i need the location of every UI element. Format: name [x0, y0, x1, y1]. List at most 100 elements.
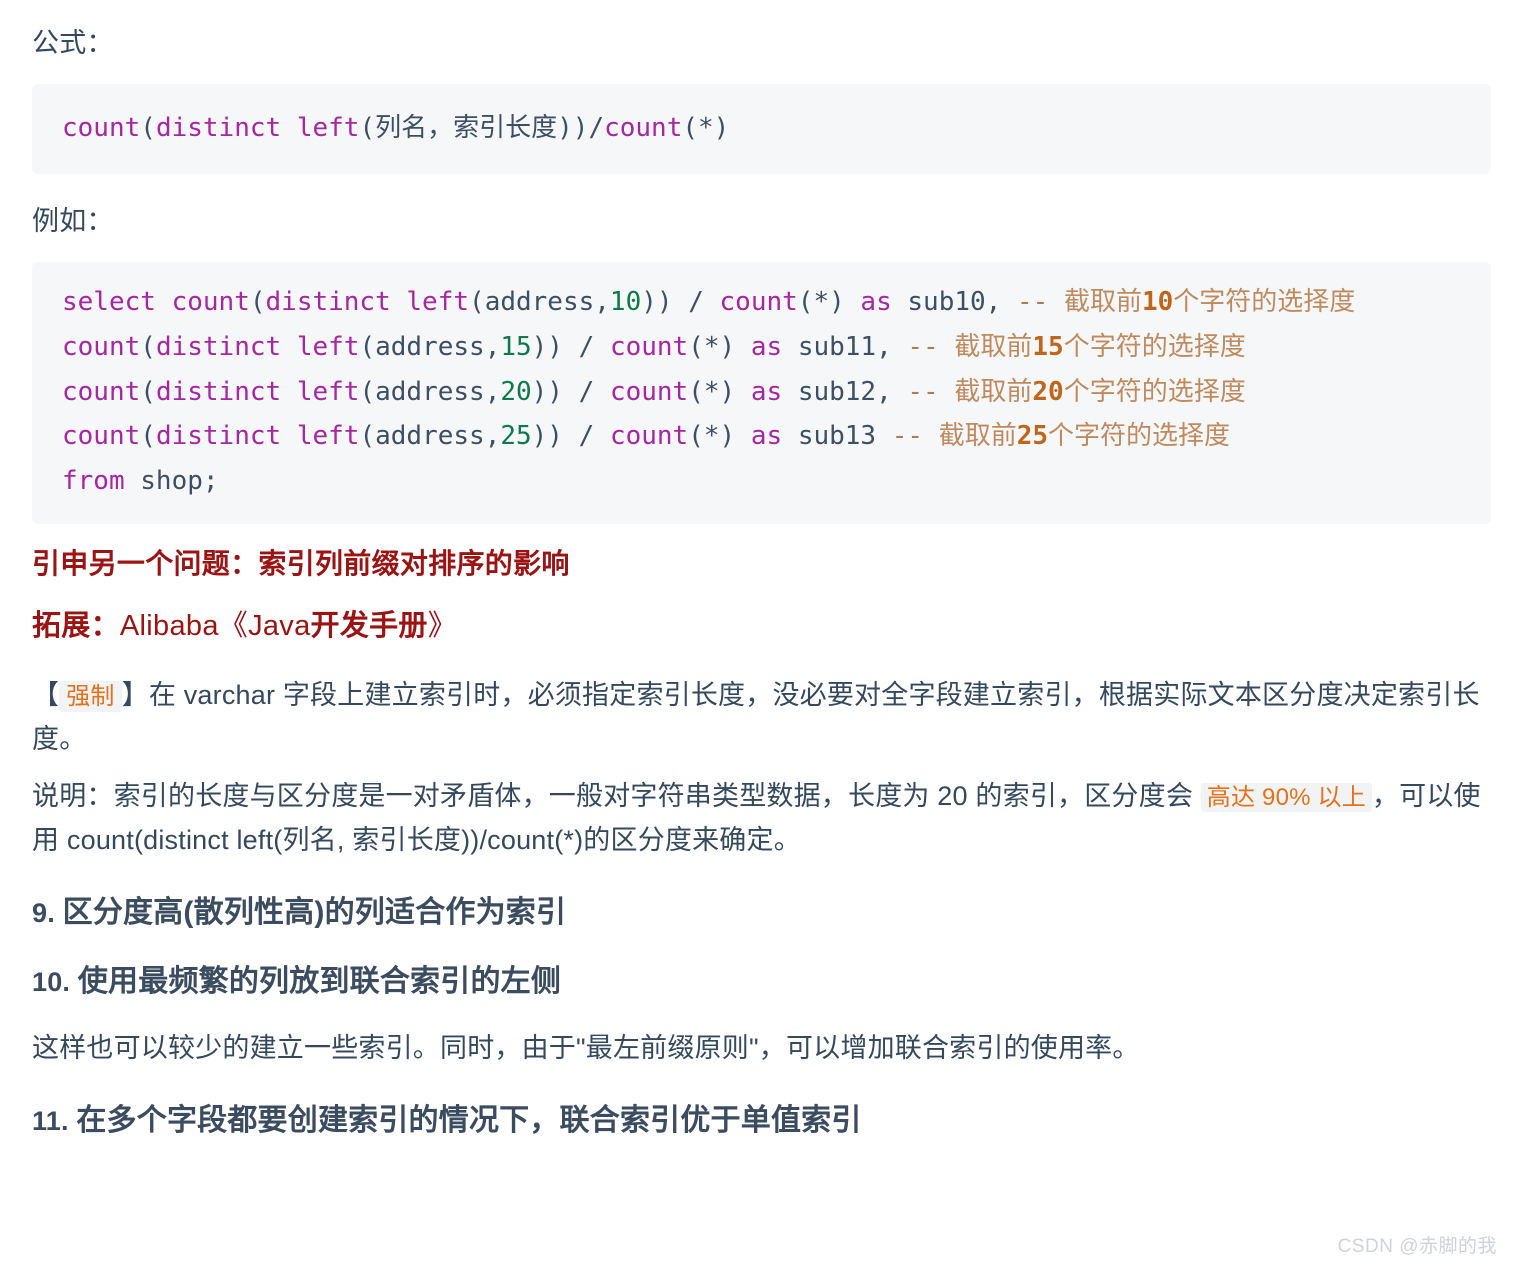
heading-section-11-number: 11. [32, 1105, 77, 1136]
code-token-count: count [62, 331, 141, 362]
code-token-comment-post: 个字符的选择度 [1063, 331, 1246, 362]
formula-code-block: count(distinct left(列名，索引长度))/count(*) [32, 83, 1491, 175]
code-token-alias: sub13 [797, 421, 877, 452]
code-token-comment-post: 个字符的选择度 [1173, 287, 1356, 318]
code-token-star-args: (*) [682, 112, 730, 143]
code-token-count: count [62, 421, 141, 452]
heading-section-9: 9. 区分度高(散列性高)的列适合作为索引 [32, 893, 1491, 932]
code-token-slash: / [588, 112, 605, 143]
sql-line: count(distinct left(address,25)) / count… [62, 414, 1461, 459]
code-token-star: (*) [797, 287, 861, 318]
heading-section-10-title: 使用最频繁的列放到联合索引的左侧 [77, 964, 562, 998]
heading-expand-brand: Alibaba [119, 610, 219, 643]
heading-expand-book-cn: 开发手册 [310, 610, 428, 643]
code-token-number: 20 [500, 376, 532, 407]
code-token-paren2: ( [469, 287, 485, 318]
example-label: 例如： [32, 206, 114, 237]
heading-expand-alibaba: 拓展：Alibaba《Java开发手册》 [32, 608, 1491, 646]
mandatory-paragraph: 【强制 】在 varchar 字段上建立索引时，必须指定索引长度，没必要对全字段建… [32, 674, 1491, 761]
code-token-paren3: )) [531, 376, 579, 407]
code-token-count: count [62, 376, 141, 407]
code-token-from: from [62, 466, 141, 497]
code-token-left: left [296, 421, 360, 452]
code-token-distinct: distinct [155, 331, 297, 362]
code-token-semicolon: ; [202, 466, 219, 497]
code-token-comment-num: 20 [1032, 376, 1064, 407]
sql-line: count(distinct left(address,20)) / count… [62, 370, 1461, 415]
bracket-open: 【 [32, 679, 60, 710]
sql-code-block: select count(distinct left(address,10)) … [32, 262, 1491, 524]
code-token-as: as [750, 421, 798, 452]
code-token-paren2: ( [359, 376, 376, 407]
code-token-count2: count [609, 421, 689, 452]
heading-expand-book-close: 》 [427, 610, 458, 643]
mandatory-paragraph-text: 在 varchar 字段上建立索引时，必须指定索引长度，没必要对全字段建立索引，… [32, 679, 1480, 754]
explain-highlight: 高达 90% 以上 [1200, 783, 1372, 813]
code-token-comment-num: 10 [1141, 287, 1174, 318]
code-token-comment-pre: 截取前 [1063, 287, 1142, 318]
bracket-close: 】 [121, 679, 149, 710]
code-token-trailing-comma: , [985, 287, 1002, 318]
code-token-count: count [171, 287, 250, 318]
code-token-count2: count [609, 331, 689, 362]
code-token-count: count [62, 112, 141, 143]
code-token-comment-post: 个字符的选择度 [1063, 376, 1246, 407]
code-token-paren: ( [140, 376, 156, 407]
code-token-paren3: )) [641, 287, 689, 318]
explain-lead-text: 说明：索引的长度与区分度是一对矛盾体，一般对字符串类型数据，长度为 20 的索引… [32, 781, 1201, 812]
code-token-as: as [860, 287, 908, 318]
code-token-as: as [750, 376, 798, 407]
code-token-number: 15 [500, 331, 532, 362]
formula-code-line: count(distinct left(列名，索引长度))/count(*) [62, 106, 1461, 151]
code-token-star: (*) [688, 376, 751, 407]
formula-label: 公式： [32, 28, 114, 58]
code-token-column: address [375, 376, 485, 407]
heading-extended-question: 引申另一个问题：索引列前缀对排序的影响 [32, 547, 570, 579]
code-token-comma: , [594, 287, 610, 318]
code-token-paren: ( [249, 287, 266, 318]
heading-section-10-number: 10. [32, 966, 78, 997]
heading-section-11: 11. 在多个字段都要创建索引的情况下，联合索引优于单值索引 [32, 1101, 1491, 1140]
code-token-comment-dash: -- [1016, 287, 1049, 318]
code-token-paren: ( [140, 421, 156, 452]
code-token-left: left [296, 376, 360, 407]
section-10-body: 这样也可以较少的建立一些索引。同时，由于"最左前缀原则"，可以增加联合索引的使用… [32, 1032, 1140, 1063]
code-token-comment-dash: -- [907, 331, 939, 362]
heading-section-11-title: 在多个字段都要创建索引的情况下，联合索引优于单值索引 [76, 1103, 862, 1137]
code-token-as: as [750, 331, 798, 362]
code-token-comment-pre: 截取前 [954, 331, 1033, 362]
code-token-paren: ( [140, 331, 156, 362]
code-token-left: left [296, 112, 360, 143]
heading-section-9-number: 9. [32, 897, 63, 928]
code-token-paren2: ( [359, 112, 376, 143]
code-token-star: (*) [688, 331, 751, 362]
code-token-paren-close: )) [557, 112, 589, 143]
sql-line: count(distinct left(address,15)) / count… [62, 325, 1461, 370]
heading-expand-book-java: Java [248, 610, 311, 643]
code-token-paren: ( [140, 112, 156, 143]
code-token-comment-dash: -- [891, 421, 924, 452]
heading-section-10: 10. 使用最频繁的列放到联合索引的左侧 [32, 962, 1491, 1001]
code-token-comment-post: 个字符的选择度 [1048, 421, 1231, 452]
heading-expand-label: 拓展： [32, 610, 120, 643]
code-token-paren2: ( [359, 331, 376, 362]
code-token-comment-num: 25 [1016, 421, 1049, 452]
sql-line-from: from shop; [62, 459, 1461, 504]
heading-section-9-title: 区分度高(散列性高)的列适合作为索引 [62, 895, 567, 929]
sql-line: select count(distinct left(address,10)) … [62, 280, 1461, 325]
code-token-distinct: distinct [155, 112, 297, 143]
code-token-alias: sub11 [797, 331, 877, 362]
code-token-comma: , [484, 331, 501, 362]
heading-expand-book-open: 《 [218, 610, 249, 643]
code-token-column: address [375, 421, 485, 452]
code-token-distinct: distinct [155, 421, 297, 452]
code-token-alias: sub12 [797, 376, 877, 407]
code-token-slash: / [578, 331, 610, 362]
code-token-count2: count [609, 376, 689, 407]
code-token-distinct: distinct [265, 287, 407, 318]
code-token-slash: / [578, 376, 610, 407]
mandatory-tag-badge: 强制 [59, 680, 122, 712]
code-token-column: address [484, 287, 595, 318]
code-token-comment-dash: -- [907, 376, 939, 407]
code-token-number: 10 [609, 287, 642, 318]
